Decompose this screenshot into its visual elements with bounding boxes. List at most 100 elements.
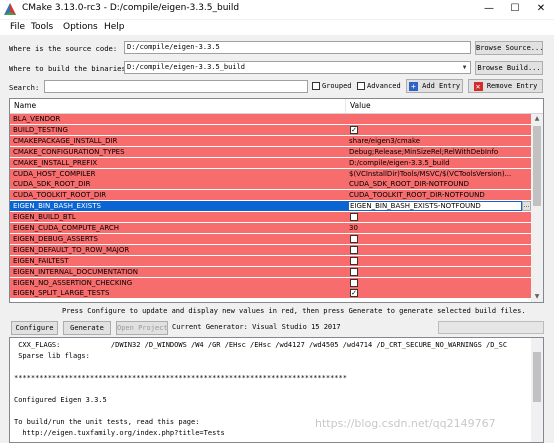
- table-row[interactable]: EIGEN_DEFAULT_TO_ROW_MAJOR: [10, 244, 531, 255]
- unchecked-checkbox[interactable]: [350, 267, 358, 276]
- table-row[interactable]: EIGEN_FAILTEST: [10, 255, 531, 266]
- grouped-checkbox[interactable]: [312, 82, 320, 90]
- remove-entry-icon: ✕: [473, 81, 483, 91]
- add-entry-label: Add Entry: [422, 82, 461, 90]
- row-name: EIGEN_FAILTEST: [13, 256, 69, 265]
- row-name: CMAKEPACKAGE_INSTALL_DIR: [13, 136, 118, 145]
- configure-button[interactable]: Configure: [11, 321, 58, 335]
- browse-ellipsis-button[interactable]: ...: [522, 201, 531, 212]
- output-scrollbar-thumb[interactable]: [533, 352, 541, 402]
- table-row[interactable]: EIGEN_CUDA_COMPUTE_ARCH 30: [10, 223, 531, 233]
- unchecked-checkbox[interactable]: [350, 234, 358, 243]
- table-scrollbar[interactable]: ▲ ▼: [531, 114, 543, 302]
- checked-checkbox[interactable]: ✓: [350, 289, 358, 298]
- row-name: EIGEN_BIN_BASH_EXISTS: [13, 202, 101, 211]
- remove-entry-button[interactable]: ✕ Remove Entry: [468, 79, 543, 93]
- row-name: BUILD_TESTING: [13, 125, 68, 134]
- remove-entry-label: Remove Entry: [486, 82, 538, 90]
- advanced-checkbox[interactable]: [357, 82, 365, 90]
- table-row[interactable]: EIGEN_INTERNAL_DOCUMENTATION: [10, 266, 531, 277]
- row-name: EIGEN_DEFAULT_TO_ROW_MAJOR: [13, 245, 130, 254]
- chevron-down-icon[interactable]: ▼: [460, 63, 469, 72]
- title-bar: CMake 3.13.0-rc3 - D:/compile/eigen-3.3.…: [0, 0, 554, 19]
- open-project-button[interactable]: Open Project: [116, 321, 168, 335]
- table-row[interactable]: CUDA_TOOLKIT_ROOT_DIR CUDA_TOOLKIT_ROOT_D…: [10, 190, 531, 201]
- table-row[interactable]: EIGEN_DEBUG_ASSERTS: [10, 233, 531, 244]
- minimize-button[interactable]: —: [476, 0, 502, 19]
- window-title: CMake 3.13.0-rc3 - D:/compile/eigen-3.3.…: [22, 3, 240, 13]
- output-scrollbar[interactable]: [531, 338, 543, 442]
- table-row[interactable]: CMAKEPACKAGE_INSTALL_DIR share/eigen3/cma…: [10, 135, 531, 146]
- row-name: EIGEN_SPLIT_LARGE_TESTS: [13, 289, 110, 298]
- row-value: $(VCInstallDir)Tools/MSVC/$(VCToolsVersi…: [349, 169, 512, 178]
- output-line: CXX_FLAGS: /DWIN32 /D_WINDOWS /W4 /GR /E…: [14, 341, 508, 349]
- close-button[interactable]: ✕: [528, 0, 554, 19]
- row-value: Debug;Release;MinSizeRel;RelWithDebInfo: [349, 147, 499, 156]
- table-row[interactable]: BUILD_TESTING ✓: [10, 124, 531, 135]
- table-row[interactable]: CMAKE_INSTALL_PREFIX D:/compile/eigen-3.3…: [10, 157, 531, 168]
- table-row[interactable]: CMAKE_CONFIGURATION_TYPES Debug;Release;M…: [10, 146, 531, 157]
- row-name: EIGEN_INTERNAL_DOCUMENTATION: [13, 267, 139, 276]
- search-label: Search:: [9, 83, 40, 92]
- output-line: To build/run the unit tests, read this p…: [14, 418, 200, 426]
- checked-checkbox[interactable]: ✓: [350, 125, 358, 134]
- row-value: share/eigen3/cmake: [349, 136, 421, 145]
- scrollbar-thumb[interactable]: [533, 126, 541, 206]
- configure-hint: Press Configure to update and display ne…: [62, 307, 526, 315]
- menu-tools[interactable]: Tools: [31, 22, 53, 32]
- table-row[interactable]: CUDA_HOST_COMPILER $(VCInstallDir)Tools/M…: [10, 168, 531, 179]
- build-path-value: D:/compile/eigen-3.3.5_build: [127, 63, 246, 71]
- menu-options[interactable]: Options: [63, 22, 98, 32]
- table-row[interactable]: CUDA_SDK_ROOT_DIR CUDA_SDK_ROOT_DIR-NOTFO…: [10, 179, 531, 190]
- row-name: CUDA_HOST_COMPILER: [13, 169, 96, 178]
- column-divider[interactable]: [345, 99, 346, 113]
- browse-source-button[interactable]: Browse Source...: [475, 41, 543, 55]
- column-header-name[interactable]: Name: [14, 101, 36, 110]
- browse-build-button[interactable]: Browse Build...: [475, 61, 543, 75]
- menu-help[interactable]: Help: [104, 22, 125, 32]
- source-path-field[interactable]: D:/compile/eigen-3.3.5: [124, 41, 471, 54]
- add-entry-icon: +: [408, 81, 418, 91]
- unchecked-checkbox[interactable]: [350, 213, 358, 222]
- row-name: BLA_VENDOR: [13, 115, 61, 123]
- menu-bar: File Tools Options Help: [0, 20, 554, 35]
- watermark-text: https://blog.csdn.net/qq2149767: [315, 417, 496, 430]
- cmake-app-icon: [4, 3, 16, 15]
- table-row[interactable]: EIGEN_SPLIT_LARGE_TESTS ✓: [10, 288, 531, 299]
- generate-button[interactable]: Generate: [63, 321, 111, 335]
- row-value: D:/compile/eigen-3.3.5_build: [349, 158, 450, 167]
- output-line: Configured Eigen 3.3.5: [14, 396, 107, 404]
- row-value: 30: [349, 224, 358, 232]
- scroll-up-icon[interactable]: ▲: [531, 114, 543, 124]
- table-header: Name Value: [10, 99, 543, 114]
- search-input[interactable]: [44, 80, 308, 93]
- column-header-value[interactable]: Value: [350, 101, 371, 110]
- menu-file[interactable]: File: [10, 22, 25, 32]
- current-generator-label: Current Generator: Visual Studio 15 2017: [172, 323, 341, 331]
- unchecked-checkbox[interactable]: [350, 245, 358, 254]
- cache-table[interactable]: Name Value BLA_VENDOR BUILD_TESTING ✓ CMAKE…: [9, 98, 544, 303]
- output-line: http://eigen.tuxfamily.org/index.php?tit…: [14, 429, 225, 437]
- row-name: CMAKE_CONFIGURATION_TYPES: [13, 147, 125, 156]
- cmake-window: CMake 3.13.0-rc3 - D:/compile/eigen-3.3.…: [0, 0, 554, 443]
- source-label: Where is the source code:: [9, 44, 118, 53]
- unchecked-checkbox[interactable]: [350, 278, 358, 287]
- table-row[interactable]: BLA_VENDOR: [10, 114, 531, 124]
- progress-bar: [438, 321, 544, 334]
- table-row[interactable]: EIGEN_BUILD_BTL: [10, 212, 531, 223]
- row-value-editor[interactable]: EIGEN_BIN_BASH_EXISTS-NOTFOUND: [348, 201, 522, 212]
- row-name: EIGEN_DEBUG_ASSERTS: [13, 234, 98, 243]
- unchecked-checkbox[interactable]: [350, 256, 358, 265]
- add-entry-button[interactable]: + Add Entry: [406, 79, 463, 93]
- scroll-down-icon[interactable]: ▼: [531, 292, 543, 302]
- row-name: EIGEN_NO_ASSERTION_CHECKING: [13, 278, 133, 287]
- build-label: Where to build the binaries:: [9, 64, 131, 73]
- row-name: EIGEN_CUDA_COMPUTE_ARCH: [13, 224, 120, 232]
- build-path-combo[interactable]: D:/compile/eigen-3.3.5_build ▼: [124, 61, 471, 74]
- grouped-label: Grouped: [322, 82, 352, 90]
- table-row[interactable]: EIGEN_BIN_BASH_EXISTS EIGEN_BIN_BASH_EXIS…: [10, 201, 531, 212]
- table-row[interactable]: EIGEN_NO_ASSERTION_CHECKING: [10, 277, 531, 288]
- maximize-button[interactable]: ☐: [502, 0, 528, 19]
- row-value: CUDA_SDK_ROOT_DIR-NOTFOUND: [349, 180, 470, 189]
- output-line: ****************************************…: [14, 374, 347, 382]
